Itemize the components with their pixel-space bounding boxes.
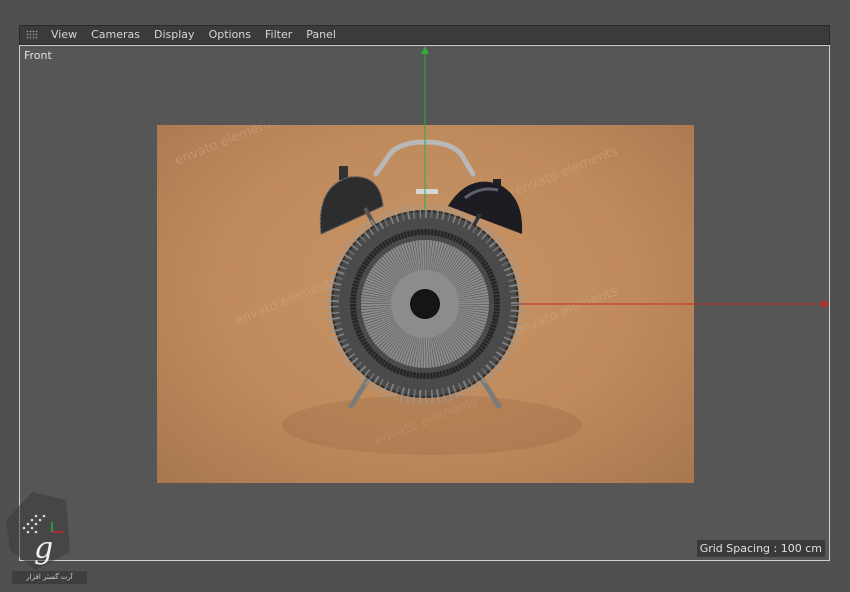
clock-face	[325, 204, 525, 404]
grid-spacing-label: Grid Spacing : 100 cm	[696, 540, 825, 557]
x-axis	[518, 300, 829, 308]
menu-cameras[interactable]: Cameras	[84, 25, 147, 45]
y-axis	[421, 46, 429, 211]
menu-bar: View Cameras Display Options Filter Pane…	[19, 25, 830, 45]
logo-caption: آرت گستر افزار	[12, 571, 87, 584]
menu-view[interactable]: View	[44, 25, 84, 45]
svg-text:g: g	[34, 531, 53, 566]
viewport[interactable]: Front envato elements envato elements en…	[19, 45, 830, 561]
logo-caption-text: آرت گستر افزار	[26, 573, 73, 581]
grip-icon[interactable]	[26, 30, 38, 40]
menu-panel[interactable]: Panel	[299, 25, 343, 45]
clock-model[interactable]	[20, 46, 830, 561]
menu-options[interactable]: Options	[202, 25, 258, 45]
menu-filter[interactable]: Filter	[258, 25, 299, 45]
menu-display[interactable]: Display	[147, 25, 202, 45]
